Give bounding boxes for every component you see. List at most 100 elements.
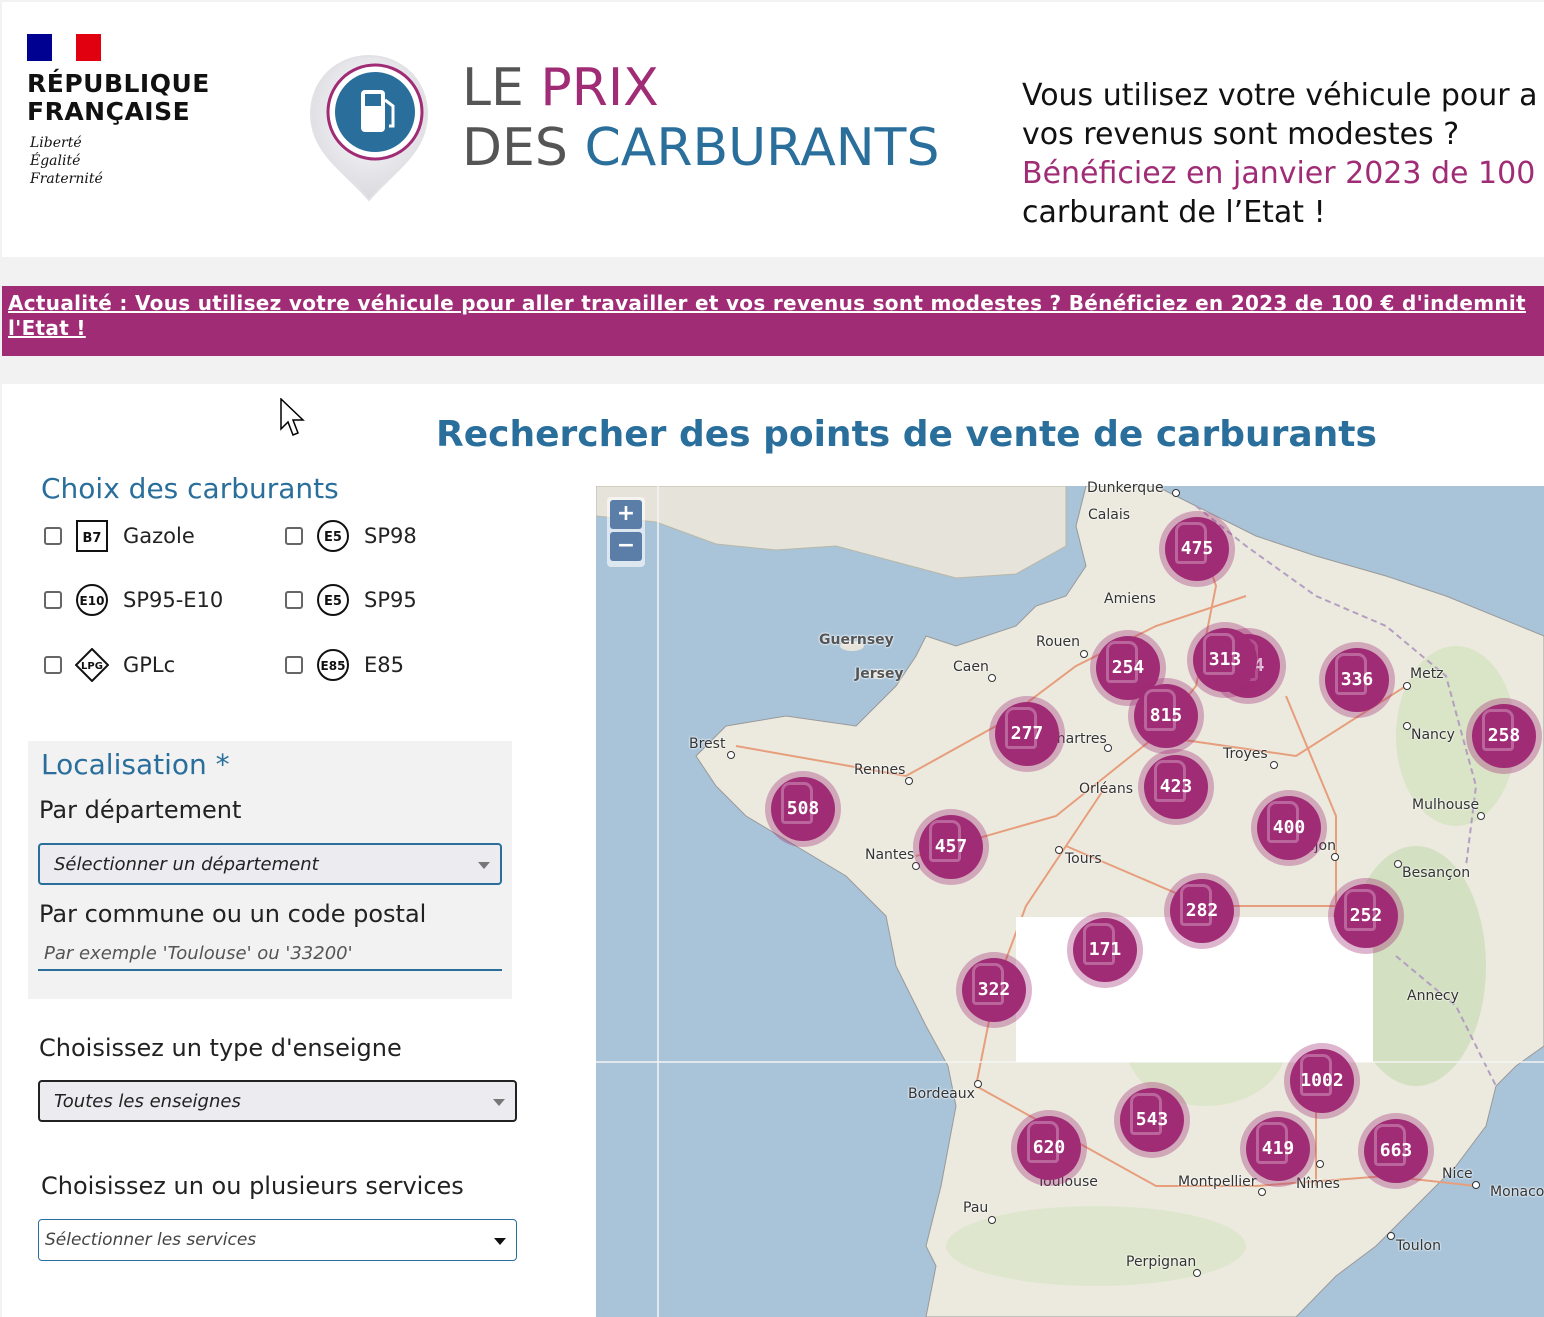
fuel-label: SP95 [364, 588, 417, 612]
header-promo-text[interactable]: Vous utilisez votre véhicule pour a vos … [1022, 76, 1537, 232]
station-cluster[interactable]: 400 [1251, 790, 1327, 866]
commune-input-placeholder: Par exemple 'Toulouse' ou '33200' [44, 943, 353, 964]
svg-text:E85: E85 [321, 659, 346, 673]
station-cluster[interactable]: 171 [1067, 912, 1143, 988]
commune-input[interactable]: Par exemple 'Toulouse' ou '33200' [38, 943, 502, 971]
city-label: Orléans [1079, 781, 1134, 797]
city-dot [1270, 761, 1278, 769]
station-cluster[interactable]: 543 [1114, 1082, 1190, 1158]
city-dot [1080, 650, 1088, 658]
city-dot [905, 777, 913, 785]
republique-francaise-logo[interactable]: RÉPUBLIQUE FRANÇAISE [27, 70, 210, 126]
svg-text:E5: E5 [324, 530, 342, 545]
enseigne-select[interactable]: Toutes les enseignes [38, 1080, 517, 1122]
fuel-label: SP95-E10 [123, 588, 224, 612]
station-cluster[interactable]: 457 [913, 809, 989, 885]
rf-title-line1: RÉPUBLIQUE [27, 69, 210, 98]
city-dot [1403, 682, 1411, 690]
city-dot [974, 1080, 982, 1088]
zoom-in-button[interactable]: + [610, 500, 642, 529]
fuel-pump-logo-icon[interactable] [303, 52, 435, 202]
fuel-option-e85[interactable]: E85 E85 [285, 645, 404, 685]
station-cluster[interactable]: 252 [1328, 878, 1404, 954]
station-cluster[interactable]: 322 [956, 952, 1032, 1028]
station-cluster[interactable]: 277 [989, 696, 1065, 772]
city-dot [988, 674, 996, 682]
gazole-checkbox[interactable] [44, 527, 62, 545]
news-banner-link[interactable]: Actualité : Vous utilisez votre véhicule… [8, 291, 1544, 341]
motto-fraternite: Fraternité [30, 171, 103, 187]
gplc-checkbox[interactable] [44, 656, 62, 674]
chevron-down-icon [478, 862, 490, 869]
motto-liberte: Liberté [30, 135, 82, 151]
french-flag-icon [27, 34, 102, 61]
city-label: Perpignan [1126, 1254, 1197, 1270]
city-label: Nice [1442, 1166, 1473, 1182]
station-cluster[interactable]: 423 [1138, 749, 1214, 825]
fuel-option-sp98[interactable]: E5 SP98 [285, 516, 417, 556]
city-label: Dunkerque [1087, 480, 1164, 496]
e85-checkbox[interactable] [285, 656, 303, 674]
motto-egalite: Égalité [30, 153, 81, 169]
city-dot [988, 1216, 996, 1224]
enseigne-label: Choisissez un type d'enseigne [39, 1034, 402, 1062]
page-title: Rechercher des points de vente de carbur… [436, 414, 1377, 455]
logo-des: DES [462, 118, 568, 178]
city-label: Brest [689, 736, 726, 752]
fuel-option-sp95-e10[interactable]: E10 SP95-E10 [44, 580, 223, 620]
fuel-option-gazole[interactable]: B7 Gazole [44, 516, 195, 556]
fuel-option-gplc[interactable]: LPG GPLc [44, 645, 175, 685]
station-cluster[interactable]: 815 [1128, 678, 1204, 754]
station-cluster[interactable]: 336 [1319, 642, 1395, 718]
e10-fuel-icon: E10 [75, 583, 109, 617]
station-cluster[interactable]: 258 [1466, 698, 1542, 774]
city-dot [1055, 846, 1063, 854]
station-cluster[interactable]: 1002 [1284, 1043, 1360, 1119]
e85-fuel-icon: E85 [316, 648, 350, 682]
fuel-label: GPLc [123, 653, 176, 677]
map-zoom-control: + − [607, 497, 645, 567]
city-dot [727, 751, 735, 759]
city-dot [1258, 1188, 1266, 1196]
city-label: Jersey [855, 666, 904, 682]
station-cluster[interactable]: 508 [765, 771, 841, 847]
city-dot [1104, 744, 1112, 752]
department-select[interactable]: Sélectionner un département [38, 843, 502, 885]
station-cluster[interactable]: 419 [1240, 1111, 1316, 1187]
station-cluster[interactable]: 475 [1159, 511, 1235, 587]
fuel-option-sp95[interactable]: E5 SP95 [285, 580, 417, 620]
fuel-label: Gazole [123, 524, 195, 548]
sp95-checkbox[interactable] [285, 591, 303, 609]
b7-fuel-icon: B7 [75, 519, 109, 553]
city-label: Caen [953, 659, 989, 675]
city-label: Rennes [854, 762, 906, 778]
city-label: Guernsey [819, 632, 894, 648]
city-label: Metz [1410, 666, 1444, 682]
station-cluster[interactable]: 620 [1011, 1110, 1087, 1186]
station-cluster[interactable]: 282 [1164, 873, 1240, 949]
svg-text:E5: E5 [324, 594, 342, 609]
sp98-checkbox[interactable] [285, 527, 303, 545]
zoom-out-button[interactable]: − [610, 532, 642, 561]
news-banner-line1: Actualité : Vous utilisez votre véhicule… [8, 291, 1526, 315]
promo-line1: Vous utilisez votre véhicule pour a [1022, 78, 1538, 113]
city-dot [1331, 853, 1339, 861]
lpg-fuel-icon: LPG [75, 648, 109, 682]
city-dot [1472, 1181, 1480, 1189]
logo-carburants: CARBURANTS [584, 118, 940, 178]
city-label: Besançon [1402, 865, 1471, 881]
chevron-down-icon [493, 1099, 505, 1106]
promo-line4: carburant de l’Etat ! [1022, 195, 1326, 230]
svg-text:LPG: LPG [81, 661, 103, 672]
city-label: Nancy [1411, 727, 1455, 743]
city-dot [1172, 489, 1180, 497]
svg-text:E10: E10 [80, 594, 105, 608]
city-dot [1316, 1160, 1324, 1168]
city-label: Toulon [1396, 1238, 1441, 1254]
station-cluster[interactable]: 663 [1358, 1113, 1434, 1189]
services-select[interactable]: Sélectionner les services [38, 1219, 517, 1261]
city-label: Nantes [865, 847, 915, 863]
city-dot [1387, 1232, 1395, 1240]
site-logo-text[interactable]: LE PRIX DES CARBURANTS [462, 58, 939, 178]
sp95-e10-checkbox[interactable] [44, 591, 62, 609]
